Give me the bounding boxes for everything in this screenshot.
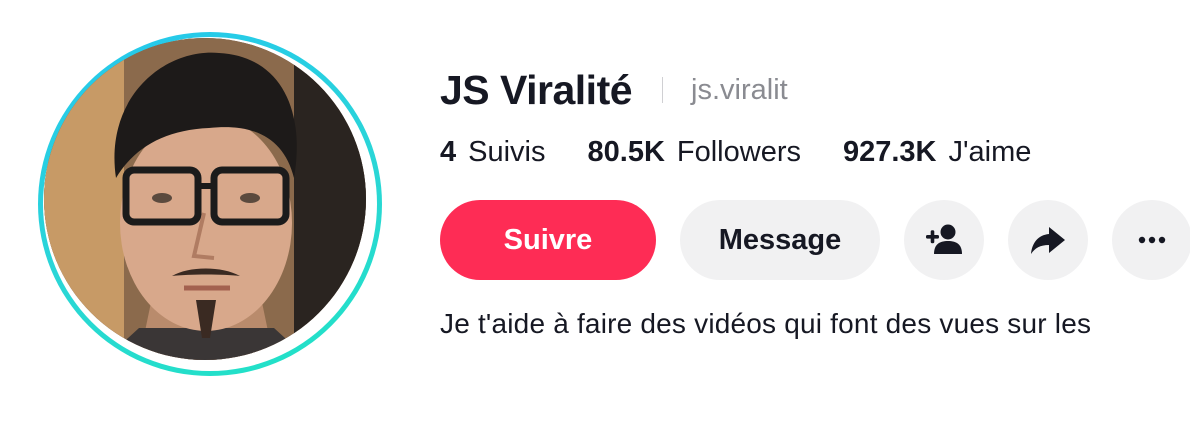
stat-value: 80.5K: [587, 135, 665, 168]
follow-button[interactable]: Suivre: [440, 200, 656, 280]
stat-label: Suivis: [468, 135, 546, 168]
stat-value: 927.3K: [842, 135, 937, 168]
message-button[interactable]: Message: [680, 200, 880, 280]
avatar[interactable]: [44, 38, 366, 360]
avatar-portrait: [44, 38, 366, 360]
stat-value: 4: [440, 135, 457, 168]
add-friend-button[interactable]: [904, 200, 984, 280]
stat-following[interactable]: 4 Suivis: [440, 136, 546, 169]
add-person-icon: [926, 224, 962, 254]
stats-row: 4 Suivis 80.5K Followers 927.3K J'aime: [440, 130, 1073, 174]
stat-likes: 927.3K J'aime: [843, 136, 1031, 169]
stat-label: J'aime: [948, 135, 1032, 168]
more-button[interactable]: [1112, 200, 1190, 280]
share-button[interactable]: [1008, 200, 1088, 280]
bio-text: Je t'aide à faire des vidéos qui font de…: [440, 308, 1092, 339]
more-horizontal-icon: [1138, 236, 1166, 244]
avatar-ring[interactable]: [38, 32, 382, 376]
stat-followers[interactable]: 80.5K Followers: [588, 136, 801, 169]
title-divider: [662, 77, 664, 103]
display-name: JS Viralité: [440, 66, 633, 113]
stat-label: Followers: [676, 135, 801, 168]
actions-row: Suivre Message: [440, 200, 1190, 280]
username: js.viralit: [691, 73, 788, 106]
share-arrow-icon: [1031, 227, 1065, 254]
profile-title-row: JS Viralité js.viralit: [440, 64, 788, 116]
